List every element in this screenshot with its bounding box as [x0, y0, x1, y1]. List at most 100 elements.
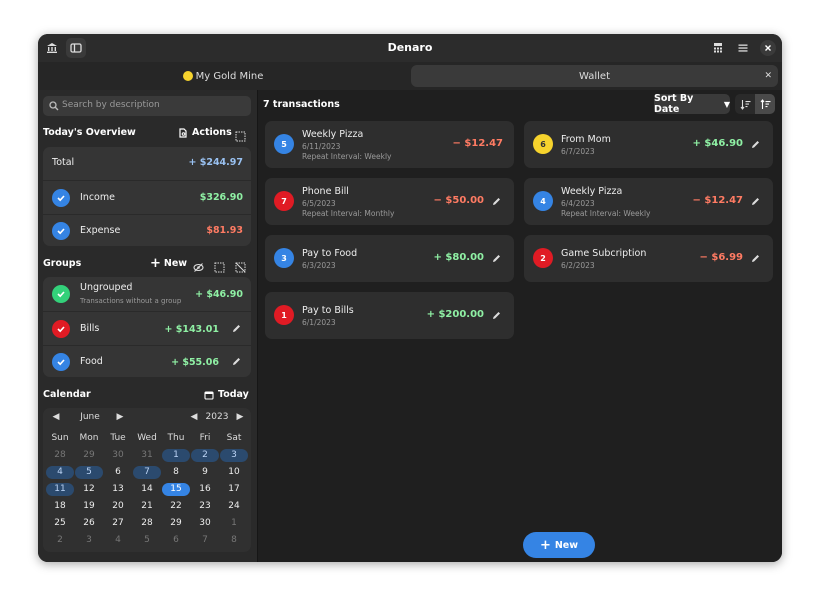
- transaction-card[interactable]: 2 Game Subcription 6/2/2023 − $6.99: [524, 235, 773, 282]
- sort-dropdown[interactable]: Sort By Date ▼: [654, 93, 730, 115]
- select-icon[interactable]: [235, 127, 246, 146]
- calendar-day[interactable]: 17: [220, 483, 248, 496]
- checkbox-checked-icon[interactable]: [52, 320, 70, 338]
- select-all-icon[interactable]: [214, 258, 225, 277]
- weekday-label: Thu: [167, 433, 185, 443]
- transaction-card[interactable]: 7 Phone Bill 6/5/2023 Repeat Interval: Mont…: [265, 178, 514, 225]
- calendar-day[interactable]: 30: [191, 517, 219, 530]
- tab-close-icon[interactable]: ✕: [764, 71, 772, 81]
- transaction-repeat: Repeat Interval: Weekly: [302, 152, 392, 161]
- transaction-date: 6/7/2023: [561, 147, 595, 156]
- calendar-day[interactable]: 10: [220, 466, 248, 479]
- calendar-day[interactable]: 18: [46, 500, 74, 513]
- hide-groups-icon[interactable]: [193, 258, 204, 277]
- calendar-day[interactable]: 2: [46, 534, 74, 547]
- calendar-day[interactable]: 4: [104, 534, 132, 547]
- edit-pencil-icon[interactable]: [231, 356, 242, 367]
- calculator-icon[interactable]: [708, 38, 728, 58]
- next-year-icon[interactable]: ▶: [233, 412, 247, 428]
- calendar-day[interactable]: 28: [133, 517, 161, 530]
- deselect-icon[interactable]: [235, 258, 246, 277]
- transaction-id-badge: 4: [533, 191, 553, 211]
- hamburger-menu-icon[interactable]: [733, 38, 753, 58]
- checkbox-checked-icon[interactable]: [52, 189, 70, 207]
- calendar-day[interactable]: 13: [104, 483, 132, 496]
- checkbox-checked-icon[interactable]: [52, 285, 70, 303]
- total-label: Total: [52, 157, 75, 168]
- group-row-bills[interactable]: Bills + $143.01: [43, 311, 251, 345]
- edit-pencil-icon[interactable]: [750, 196, 761, 207]
- calendar-day[interactable]: 30: [104, 449, 132, 462]
- overview-expense-row[interactable]: Expense $81.93: [43, 214, 251, 246]
- group-amount: + $143.01: [164, 324, 219, 335]
- calendar-day[interactable]: 25: [46, 517, 74, 530]
- transaction-name: Weekly Pizza: [561, 186, 623, 197]
- calendar-day[interactable]: 26: [75, 517, 103, 530]
- calendar-day[interactable]: 6: [104, 466, 132, 479]
- calendar-day[interactable]: 6: [162, 534, 190, 547]
- new-group-button[interactable]: + New: [150, 257, 187, 270]
- calendar-day[interactable]: 5: [133, 534, 161, 547]
- today-button[interactable]: Today: [204, 389, 249, 400]
- transaction-card[interactable]: 4 Weekly Pizza 6/4/2023 Repeat Interval: We…: [524, 178, 773, 225]
- calendar-day[interactable]: 24: [220, 500, 248, 513]
- calendar-day[interactable]: 31: [133, 449, 161, 462]
- calendar-day[interactable]: 9: [191, 466, 219, 479]
- window-close-button[interactable]: [760, 40, 776, 56]
- calendar-day[interactable]: 4: [46, 466, 74, 479]
- calendar-day[interactable]: 16: [191, 483, 219, 496]
- calendar-day[interactable]: 21: [133, 500, 161, 513]
- edit-pencil-icon[interactable]: [491, 253, 502, 264]
- actions-button[interactable]: Actions: [178, 127, 232, 138]
- search-input[interactable]: Search by description: [43, 96, 251, 116]
- checkbox-checked-icon[interactable]: [52, 353, 70, 371]
- calendar-day[interactable]: 19: [75, 500, 103, 513]
- transaction-card[interactable]: 6 From Mom 6/7/2023 + $46.90: [524, 121, 773, 168]
- calendar-day[interactable]: 7: [191, 534, 219, 547]
- calendar-day[interactable]: 3: [75, 534, 103, 547]
- group-row-ungrouped[interactable]: Ungrouped Transactions without a group +…: [43, 277, 251, 310]
- calendar-day[interactable]: 27: [104, 517, 132, 530]
- tab-label: Wallet: [578, 70, 610, 82]
- calendar-day[interactable]: 20: [104, 500, 132, 513]
- edit-pencil-icon[interactable]: [491, 310, 502, 321]
- new-transaction-button[interactable]: + New: [523, 532, 595, 558]
- edit-pencil-icon[interactable]: [750, 253, 761, 264]
- transaction-amount: + $46.90: [692, 138, 743, 149]
- calendar-day[interactable]: 1: [162, 449, 190, 462]
- calendar-day[interactable]: 29: [162, 517, 190, 530]
- tab-my-gold-mine[interactable]: My Gold Mine: [42, 65, 404, 87]
- calendar-day[interactable]: 5: [75, 466, 103, 479]
- sort-descending-icon[interactable]: [735, 94, 755, 114]
- calendar-day[interactable]: 22: [162, 500, 190, 513]
- transaction-card[interactable]: 3 Pay to Food 6/3/2023 + $80.00: [265, 235, 514, 282]
- overview-title: Today's Overview: [43, 127, 136, 138]
- overview-income-row[interactable]: Income $326.90: [43, 180, 251, 214]
- checkbox-checked-icon[interactable]: [52, 222, 70, 240]
- edit-pencil-icon[interactable]: [231, 323, 242, 334]
- calendar-day[interactable]: 2: [191, 449, 219, 462]
- calendar-day[interactable]: 7: [133, 466, 161, 479]
- sort-ascending-icon[interactable]: [755, 94, 775, 114]
- transaction-card[interactable]: 5 Weekly Pizza 6/11/2023 Repeat Interval: W…: [265, 121, 514, 168]
- calendar-day[interactable]: 8: [162, 466, 190, 479]
- edit-pencil-icon[interactable]: [491, 196, 502, 207]
- group-row-food[interactable]: Food + $55.06: [43, 345, 251, 377]
- tab-wallet[interactable]: Wallet ✕: [411, 65, 778, 87]
- calendar-day[interactable]: 3: [220, 449, 248, 462]
- calendar-day[interactable]: 15: [162, 483, 190, 496]
- prev-year-icon[interactable]: ◀: [187, 412, 201, 428]
- transaction-amount: − $12.47: [692, 195, 743, 206]
- calendar-day[interactable]: 8: [220, 534, 248, 547]
- calendar-day[interactable]: 28: [46, 449, 74, 462]
- calendar-day[interactable]: 12: [75, 483, 103, 496]
- next-month-icon[interactable]: ▶: [113, 412, 127, 428]
- calendar-day[interactable]: 11: [46, 483, 74, 496]
- calendar-day[interactable]: 23: [191, 500, 219, 513]
- transaction-card[interactable]: 1 Pay to Bills 6/1/2023 + $200.00: [265, 292, 514, 339]
- calendar-day[interactable]: 1: [220, 517, 248, 530]
- prev-month-icon[interactable]: ◀: [49, 412, 63, 428]
- calendar-day[interactable]: 29: [75, 449, 103, 462]
- edit-pencil-icon[interactable]: [750, 139, 761, 150]
- calendar-day[interactable]: 14: [133, 483, 161, 496]
